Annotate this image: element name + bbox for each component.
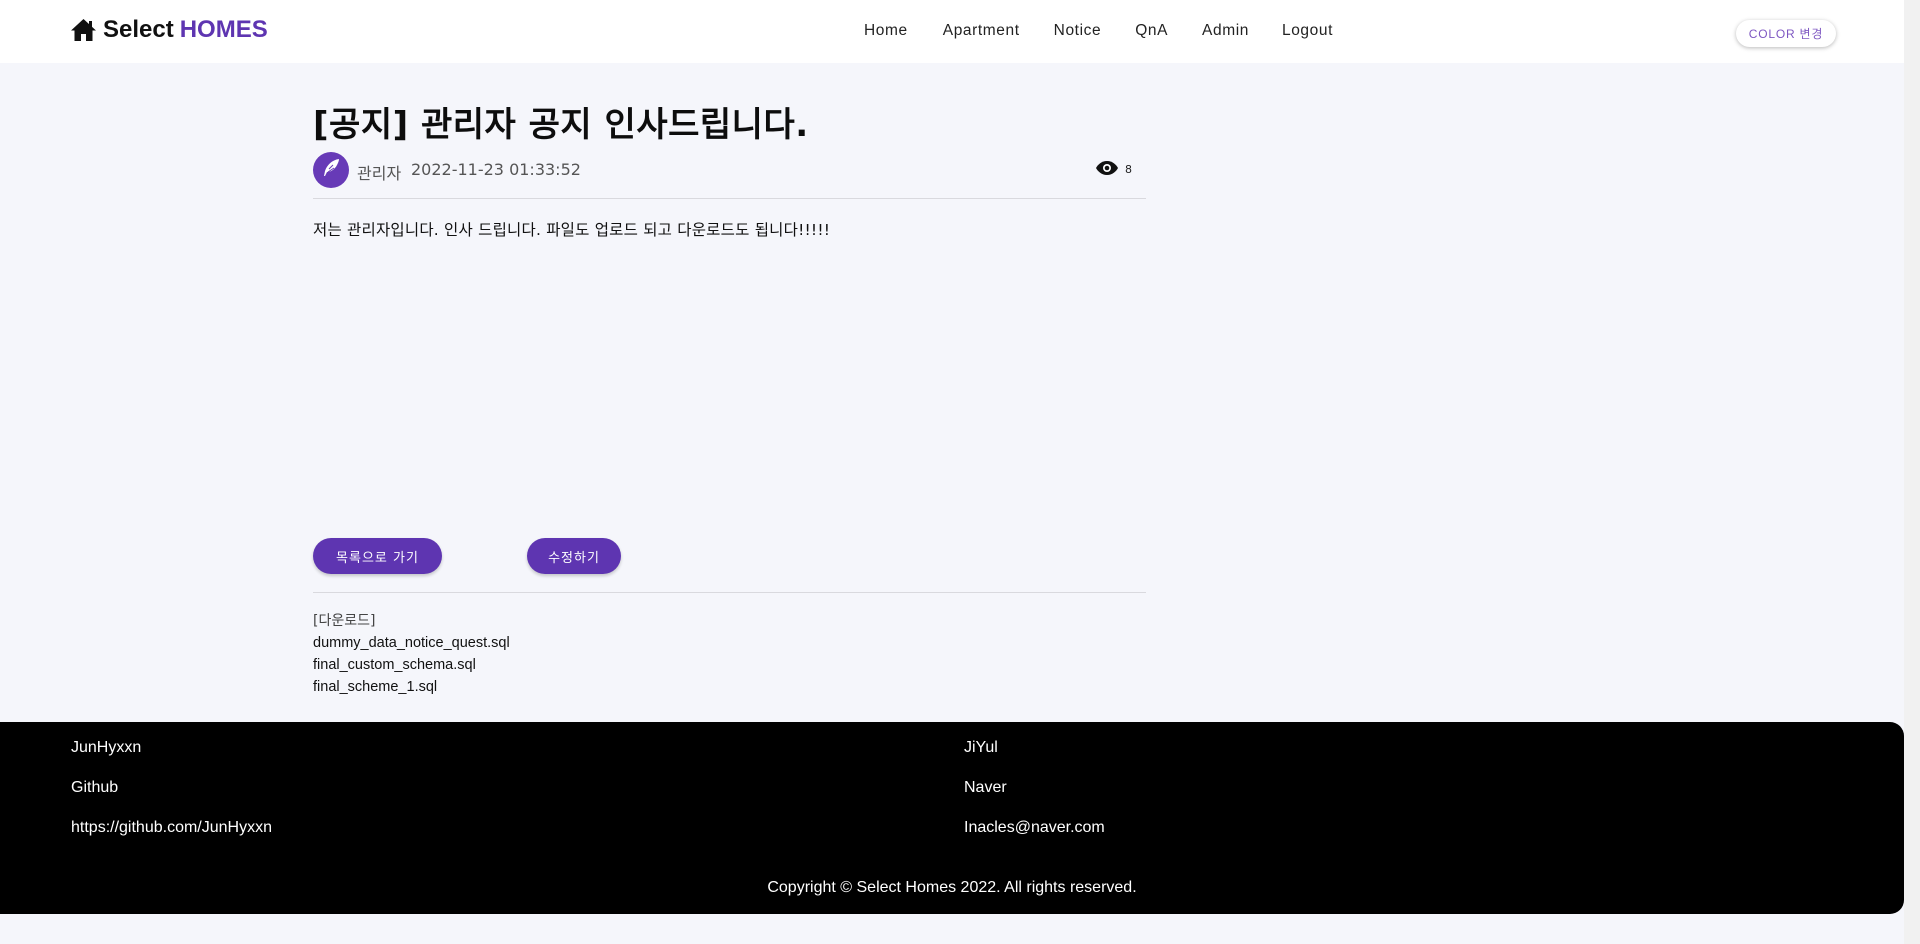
nav-logout[interactable]: Logout	[1282, 22, 1333, 40]
nav-apartment[interactable]: Apartment	[943, 22, 1020, 40]
home-icon	[70, 18, 97, 42]
nav-home[interactable]: Home	[864, 22, 908, 40]
nav-qna[interactable]: QnA	[1135, 22, 1168, 40]
article-body: 저는 관리자입니다. 인사 드립니다. 파일도 업로드 되고 다운로드도 됩니다…	[313, 221, 831, 239]
divider	[313, 198, 1146, 199]
article-meta: 관리자 2022-11-23 01:33:52 8	[313, 150, 1146, 190]
brand-select-text: Select	[103, 16, 174, 43]
author-name: 관리자	[357, 164, 402, 183]
brand-logo[interactable]: Select HOMES	[70, 16, 268, 44]
footer-label: Github	[71, 779, 119, 796]
top-navbar: Select HOMES Home Apartment Notice QnA A…	[0, 0, 1904, 63]
footer-column-jiyul: JiYul Naver Inacles@naver.com	[964, 738, 1105, 858]
download-section: [다운로드] dummy_data_notice_quest.sql final…	[313, 610, 1146, 698]
main-nav: Home Apartment Notice QnA Admin Logout	[864, 22, 1333, 40]
brand-homes-text: HOMES	[179, 16, 268, 43]
download-file-link[interactable]: final_custom_schema.sql	[313, 654, 1146, 676]
notice-article: [공지] 관리자 공지 인사드립니다. 관리자 2022-11-23 01:33…	[313, 100, 1146, 698]
view-count: 8	[1096, 161, 1132, 178]
page-title: [공지] 관리자 공지 인사드립니다.	[313, 105, 809, 145]
avatar	[313, 152, 349, 188]
post-date: 2022-11-23 01:33:52	[411, 160, 581, 179]
download-title: [다운로드]	[313, 613, 376, 629]
nav-notice[interactable]: Notice	[1054, 22, 1102, 40]
footer-name: JunHyxxn	[71, 739, 142, 756]
back-to-list-button[interactable]: 목록으로 가기	[313, 538, 442, 574]
nav-admin[interactable]: Admin	[1202, 22, 1249, 40]
edit-button[interactable]: 수정하기	[527, 538, 621, 574]
feather-icon	[320, 157, 342, 183]
footer-label: Naver	[964, 779, 1007, 796]
copyright: Copyright © Select Homes 2022. All right…	[767, 879, 1137, 896]
download-file-link[interactable]: dummy_data_notice_quest.sql	[313, 632, 1146, 654]
download-file-link[interactable]: final_scheme_1.sql	[313, 676, 1146, 698]
footer-email-link[interactable]: Inacles@naver.com	[964, 819, 1105, 836]
eye-icon	[1096, 161, 1118, 178]
footer-column-junhyxxn: JunHyxxn Github https://github.com/JunHy…	[71, 738, 272, 858]
article-actions: 목록으로 가기 수정하기	[313, 538, 1146, 575]
scrollbar[interactable]	[1904, 0, 1920, 944]
divider	[313, 592, 1146, 593]
color-change-button[interactable]: COLOR 변경	[1736, 20, 1836, 47]
footer: JunHyxxn Github https://github.com/JunHy…	[0, 722, 1904, 914]
view-count-value: 8	[1125, 163, 1132, 176]
footer-github-link[interactable]: https://github.com/JunHyxxn	[71, 819, 272, 836]
footer-name: JiYul	[964, 739, 998, 756]
